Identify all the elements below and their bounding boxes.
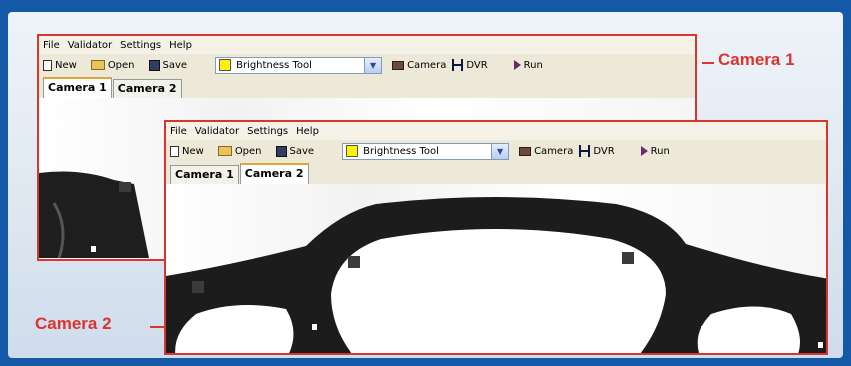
callout-camera-1: Camera 1	[718, 50, 795, 69]
menu-help[interactable]: Help	[296, 126, 319, 137]
camera-icon	[519, 146, 532, 156]
menu-file[interactable]: File	[170, 126, 187, 137]
menu-file[interactable]: File	[43, 40, 60, 51]
open-label: Open	[107, 59, 135, 71]
menu-settings[interactable]: Settings	[120, 40, 161, 51]
run-button[interactable]: Run	[640, 145, 670, 157]
camera-button[interactable]: Camera	[392, 60, 446, 71]
run-icon	[513, 60, 521, 70]
open-label: Open	[234, 145, 262, 157]
tool-color-swatch	[219, 59, 232, 71]
tool-select[interactable]: Brightness Tool ▼	[215, 56, 383, 74]
new-icon	[43, 59, 52, 71]
dvr-label: DVR	[466, 59, 488, 71]
camera-label: Camera	[534, 145, 574, 157]
toolbar: New Open Save Brightness Tool ▼ Camera D…	[166, 140, 826, 162]
menu-bar: File Validator Settings Help	[166, 122, 826, 140]
callout-line-camera-1	[702, 62, 714, 64]
camera-label: Camera	[407, 59, 447, 71]
toolbar: New Open Save Brightness Tool ▼ Camera D…	[39, 54, 695, 76]
new-label: New	[55, 59, 77, 71]
save-button[interactable]: Save	[275, 145, 315, 157]
tool-select-value: Brightness Tool	[236, 59, 312, 71]
menu-help[interactable]: Help	[169, 40, 192, 51]
new-button[interactable]: New	[43, 59, 77, 71]
dropdown-arrow-icon[interactable]: ▼	[491, 143, 509, 159]
dropdown-arrow-icon[interactable]: ▼	[364, 57, 382, 73]
new-icon	[170, 145, 179, 157]
tab-camera-1[interactable]: Camera 1	[43, 77, 112, 98]
run-icon	[640, 146, 648, 156]
new-button[interactable]: New	[170, 145, 204, 157]
camera-icon	[392, 60, 405, 70]
tool-select-value: Brightness Tool	[363, 145, 439, 157]
part-image	[166, 197, 826, 353]
save-button[interactable]: Save	[148, 59, 188, 71]
callout-line-camera-2	[150, 326, 164, 328]
run-label: Run	[523, 59, 543, 71]
tab-camera-2[interactable]: Camera 2	[239, 163, 309, 184]
save-label: Save	[289, 145, 315, 157]
callout-camera-2: Camera 2	[35, 314, 112, 333]
run-button[interactable]: Run	[513, 59, 543, 71]
save-icon	[148, 59, 160, 71]
save-icon	[275, 145, 287, 157]
dvr-label: DVR	[593, 145, 615, 157]
menu-settings[interactable]: Settings	[247, 126, 288, 137]
tab-camera-1[interactable]: Camera 1	[170, 165, 239, 184]
menu-bar: File Validator Settings Help	[39, 36, 695, 54]
open-folder-icon	[217, 146, 232, 156]
run-label: Run	[650, 145, 670, 157]
open-button[interactable]: Open	[90, 59, 135, 71]
camera-button[interactable]: Camera	[519, 146, 573, 157]
menu-validator[interactable]: Validator	[68, 40, 112, 51]
tool-select[interactable]: Brightness Tool ▼	[342, 142, 510, 160]
menu-validator[interactable]: Validator	[195, 126, 239, 137]
dvr-icon	[579, 145, 591, 157]
open-folder-icon	[90, 60, 105, 70]
dvr-button[interactable]: DVR	[579, 145, 615, 157]
tab-camera-2[interactable]: Camera 2	[112, 79, 182, 98]
dvr-icon	[452, 59, 464, 71]
app-window-camera-2: File Validator Settings Help New Open Sa…	[164, 120, 828, 355]
dvr-button[interactable]: DVR	[452, 59, 488, 71]
tool-color-swatch	[346, 145, 359, 157]
new-label: New	[182, 145, 204, 157]
camera-tabs: Camera 1 Camera 2	[39, 76, 695, 99]
open-button[interactable]: Open	[217, 145, 262, 157]
camera-view	[166, 184, 826, 353]
camera-tabs: Camera 1 Camera 2	[166, 162, 826, 185]
save-label: Save	[162, 59, 188, 71]
